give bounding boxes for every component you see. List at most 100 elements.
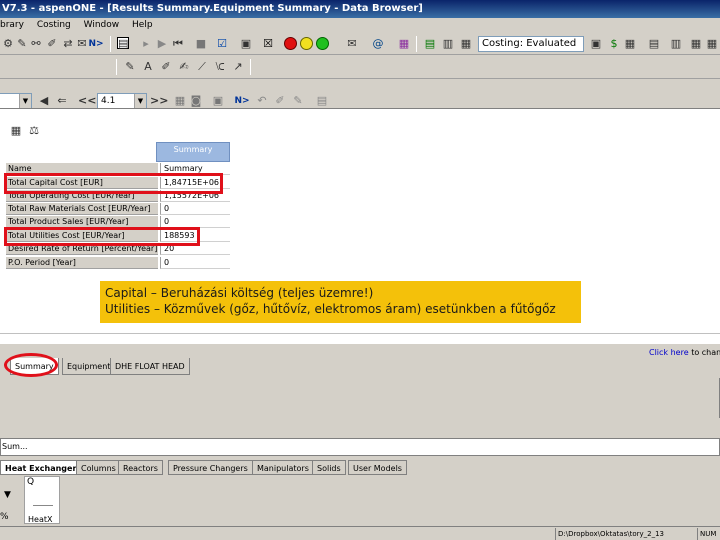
globe-icon[interactable]: @ bbox=[372, 38, 384, 50]
image-icon[interactable]: ▣ bbox=[212, 95, 224, 107]
swap-icon[interactable]: ⇄ bbox=[62, 38, 74, 50]
callout-line-utilities: Utilities – Közművek (gőz, hűtővíz, elek… bbox=[105, 302, 556, 316]
compare-icon[interactable]: ⚖ bbox=[28, 125, 40, 137]
line-icon[interactable]: ⟈ bbox=[214, 61, 226, 73]
red-status-icon[interactable] bbox=[284, 37, 297, 50]
toolbar-separator bbox=[250, 59, 251, 75]
row-label: P.O. Period [Year] bbox=[6, 257, 158, 269]
chevron-down-icon[interactable]: ▼ bbox=[134, 94, 146, 108]
camera-icon[interactable]: ◙ bbox=[190, 95, 202, 107]
costing-icon[interactable]: ▤ bbox=[424, 38, 436, 50]
step-icon[interactable]: ▸ bbox=[140, 38, 152, 50]
row-value[interactable]: 0 bbox=[160, 203, 230, 215]
form-selector[interactable]: ▼ bbox=[0, 93, 32, 109]
money-icon[interactable]: $ bbox=[608, 38, 620, 50]
forward-button[interactable]: >> bbox=[150, 95, 168, 107]
green-status-icon[interactable] bbox=[316, 37, 329, 50]
control-panel-icon[interactable]: ▣ bbox=[240, 38, 252, 50]
tools-icon[interactable]: ✎ bbox=[16, 38, 28, 50]
grid-icon[interactable]: ▦ bbox=[460, 38, 472, 50]
next-button[interactable]: N> bbox=[88, 38, 104, 50]
sheet-tabs: Summary Equipment DHE FLOAT HEAD bbox=[0, 356, 720, 378]
toolbar-separator bbox=[416, 36, 417, 52]
pencil-icon[interactable]: ✐ bbox=[274, 95, 286, 107]
tab-heat-exchangers[interactable]: Heat Exchangers bbox=[0, 460, 87, 475]
gear-icon[interactable]: ⚙ bbox=[2, 38, 14, 50]
edit-icon[interactable]: ✎ bbox=[292, 95, 304, 107]
document-icon[interactable]: ▤ bbox=[316, 95, 328, 107]
title-bar: V7.3 - aspenONE - [Results Summary.Equip… bbox=[0, 0, 720, 18]
check-icon[interactable]: ☑ bbox=[216, 38, 228, 50]
grid-icon[interactable]: ▤ bbox=[648, 38, 660, 50]
tab-user-models[interactable]: User Models bbox=[348, 460, 407, 475]
costing-status-field[interactable]: Costing: Evaluated bbox=[478, 36, 584, 52]
chevron-down-icon[interactable]: ▼ bbox=[4, 490, 11, 500]
bars-icon[interactable]: ▥ bbox=[442, 38, 454, 50]
rewind-icon[interactable]: ⏮ bbox=[172, 38, 184, 50]
data-browser-icon[interactable]: ▤ bbox=[117, 37, 129, 50]
heatx-shape bbox=[33, 505, 53, 509]
table-icon[interactable]: ▦ bbox=[624, 38, 636, 50]
main-toolbar: ⚙ ✎ ⚯ ✐ ⇄ ✉ N> ▤ ▸ ▶ ⏮ ■ ☑ ▣ ☒ ✉ @ ▦ ▤ ▥… bbox=[0, 33, 720, 55]
chart-icon[interactable]: ▥ bbox=[670, 38, 682, 50]
plot-icon[interactable]: ⟋ bbox=[196, 61, 208, 73]
palette-left-pane: % bbox=[0, 476, 22, 524]
yellow-status-icon[interactable] bbox=[300, 37, 313, 50]
menu-help[interactable]: Help bbox=[132, 20, 153, 30]
costing-status-text: Costing: Evaluated bbox=[482, 38, 577, 49]
capital-cost-highlight bbox=[4, 173, 223, 194]
side-panel-header: Sum... bbox=[0, 438, 720, 456]
menu-costing[interactable]: Costing bbox=[37, 20, 71, 30]
status-bar: D:\Dropbox\Oktatas\tory_2_13 NUM bbox=[0, 526, 720, 540]
tab-dhe-float-head[interactable]: DHE FLOAT HEAD bbox=[110, 358, 190, 375]
grid-icon[interactable]: ▦ bbox=[706, 38, 718, 50]
heatx-block[interactable]: Q HeatX bbox=[24, 476, 60, 524]
chart-icon[interactable]: ▦ bbox=[398, 38, 410, 50]
table-row: Total Raw Materials Cost [EUR/Year] 0 bbox=[6, 203, 230, 215]
lock-icon[interactable]: ✉ bbox=[76, 38, 88, 50]
workspace-empty bbox=[0, 378, 720, 418]
column-header[interactable]: Summary bbox=[156, 142, 230, 162]
image-icon[interactable]: ▣ bbox=[590, 38, 602, 50]
paint-icon[interactable]: ✍ bbox=[178, 61, 190, 73]
tab-equipment[interactable]: Equipment bbox=[62, 358, 116, 375]
toolbar-separator bbox=[116, 59, 117, 75]
table-icon[interactable]: ▦ bbox=[690, 38, 702, 50]
back-button[interactable]: << bbox=[78, 95, 96, 107]
chevron-down-icon[interactable]: ▼ bbox=[19, 94, 31, 108]
run-icon[interactable]: ▶ bbox=[156, 38, 168, 50]
arrow-back-icon[interactable]: ⇐ bbox=[56, 95, 68, 107]
grid-icon[interactable]: ▦ bbox=[174, 95, 186, 107]
q-label: Q bbox=[27, 477, 35, 487]
menu-window[interactable]: Window bbox=[84, 20, 120, 30]
chart-icon[interactable]: ↗ bbox=[232, 61, 244, 73]
table-row: P.O. Period [Year] 0 bbox=[6, 257, 230, 269]
object-id-value: 4.1 bbox=[101, 96, 116, 106]
divider bbox=[0, 333, 720, 334]
edit-icon[interactable]: ✎ bbox=[124, 61, 136, 73]
stop-icon[interactable]: ■ bbox=[195, 38, 207, 50]
side-label: Sum... bbox=[2, 442, 28, 451]
tab-manipulators[interactable]: Manipulators bbox=[252, 460, 314, 475]
row-value[interactable]: 0 bbox=[160, 257, 230, 269]
object-id-select[interactable]: 4.1 ▼ bbox=[97, 93, 147, 109]
link-icon[interactable]: ⚯ bbox=[30, 38, 42, 50]
spreadsheet-icon[interactable]: ▦ bbox=[10, 125, 22, 137]
pencil-icon[interactable]: ✐ bbox=[46, 38, 58, 50]
arrow-left-icon[interactable]: ◀ bbox=[38, 95, 50, 107]
document-icon[interactable]: ✉ bbox=[346, 38, 358, 50]
tab-solids[interactable]: Solids bbox=[312, 460, 346, 475]
pencil-icon[interactable]: ✐ bbox=[160, 61, 172, 73]
tab-reactors[interactable]: Reactors bbox=[118, 460, 163, 475]
reset-icon[interactable]: ☒ bbox=[262, 38, 274, 50]
undo-icon[interactable]: ↶ bbox=[256, 95, 268, 107]
data-browser-toolbar: ▼ ◀ ⇐ << 4.1 ▼ >> ▦ ◙ ▣ N> ↶ ✐ ✎ ▤ bbox=[0, 90, 720, 110]
tab-pressure-changers[interactable]: Pressure Changers bbox=[168, 460, 253, 475]
tab-columns[interactable]: Columns bbox=[76, 460, 121, 475]
menu-library[interactable]: brary bbox=[0, 20, 24, 30]
next-button[interactable]: N> bbox=[234, 95, 250, 107]
model-palette-tabs: Heat Exchangers Columns Reactors Pressur… bbox=[0, 460, 720, 476]
callout-line-capital: Capital – Beruházási költség (teljes üze… bbox=[105, 286, 374, 300]
text-icon[interactable]: A bbox=[142, 61, 154, 73]
heatx-label: HeatX bbox=[28, 515, 53, 524]
